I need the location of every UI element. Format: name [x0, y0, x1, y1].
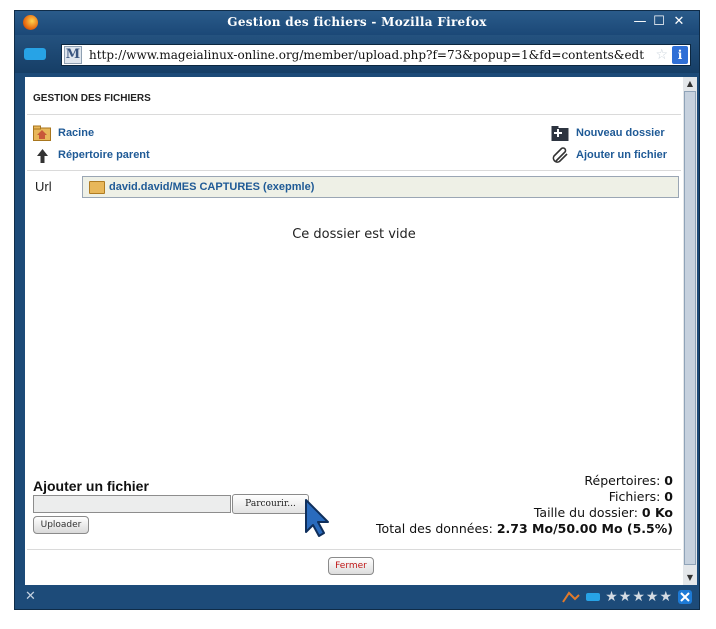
- browser-window: Gestion des fichiers - Mozilla Firefox —…: [14, 10, 700, 610]
- home-folder-icon: [33, 125, 51, 141]
- bookmark-star-icon[interactable]: ☆: [655, 47, 668, 63]
- upload-button[interactable]: Uploader: [33, 516, 89, 534]
- current-path-box: david.david/MES CAPTURES (exepmle): [82, 176, 679, 198]
- page-title: GESTION DES FICHIERS: [33, 93, 151, 104]
- new-folder-link[interactable]: Nouveau dossier: [576, 127, 665, 139]
- root-link[interactable]: Racine: [58, 127, 94, 139]
- scroll-up-icon[interactable]: ▲: [683, 77, 697, 91]
- navigation-bar: M http://www.mageialinux-online.org/memb…: [15, 35, 699, 73]
- tray-screen-icon[interactable]: [585, 591, 601, 603]
- parent-directory-link[interactable]: Répertoire parent: [58, 149, 150, 161]
- vertical-scrollbar[interactable]: ▲ ▼: [683, 77, 697, 585]
- upload-section-title: Ajouter un fichier: [33, 478, 149, 494]
- mouse-cursor-icon: [305, 499, 329, 537]
- browse-button[interactable]: Parcourir...: [232, 494, 309, 514]
- identity-icon[interactable]: [24, 48, 46, 60]
- close-window-icon[interactable]: ✕: [672, 15, 686, 29]
- title-bar: Gestion des fichiers - Mozilla Firefox —…: [15, 11, 699, 35]
- stat-files: Fichiers: 0: [608, 489, 673, 504]
- divider: [27, 170, 681, 171]
- rating-stars-icon[interactable]: ★★★★★: [605, 589, 673, 605]
- window-title: Gestion des fichiers - Mozilla Firefox: [227, 15, 487, 29]
- divider: [27, 114, 681, 115]
- url-text[interactable]: http://www.mageialinux-online.org/member…: [89, 48, 659, 62]
- stat-directories: Répertoires: 0: [584, 473, 673, 488]
- add-file-link[interactable]: Ajouter un fichier: [576, 149, 667, 161]
- status-bar: ✕ ★★★★★: [15, 585, 699, 609]
- extension-x-icon[interactable]: [677, 589, 693, 605]
- new-folder-icon: [551, 126, 569, 141]
- minimize-icon[interactable]: —: [633, 15, 647, 29]
- folder-stats: Répertoires: 0 Fichiers: 0 Taille du dos…: [376, 473, 673, 537]
- url-label: Url: [35, 179, 52, 194]
- maximize-icon[interactable]: ☐: [652, 15, 666, 29]
- scroll-down-icon[interactable]: ▼: [683, 571, 697, 585]
- status-tray: ★★★★★: [561, 588, 693, 606]
- empty-folder-message: Ce dossier est vide: [292, 227, 416, 242]
- current-path-link[interactable]: david.david/MES CAPTURES (exepmle): [109, 181, 314, 193]
- address-bar[interactable]: M http://www.mageialinux-online.org/memb…: [61, 44, 691, 66]
- paperclip-icon: [552, 147, 568, 163]
- scroll-thumb[interactable]: [684, 91, 696, 565]
- up-arrow-icon: [37, 149, 48, 163]
- close-button[interactable]: Fermer: [328, 557, 374, 575]
- file-path-input[interactable]: [33, 495, 231, 513]
- stat-folder-size: Taille du dossier: 0 Ko: [533, 505, 673, 520]
- stat-total-data: Total des données: 2.73 Mo/50.00 Mo (5.5…: [376, 521, 673, 536]
- folder-icon: [89, 181, 105, 194]
- page-info-icon[interactable]: i: [672, 46, 688, 64]
- page-content: GESTION DES FICHIERS Racine Répertoire p…: [25, 77, 683, 585]
- site-favicon-icon: M: [64, 46, 82, 64]
- status-close-icon[interactable]: ✕: [25, 589, 36, 604]
- divider: [27, 549, 681, 550]
- addon-icon[interactable]: [561, 590, 581, 604]
